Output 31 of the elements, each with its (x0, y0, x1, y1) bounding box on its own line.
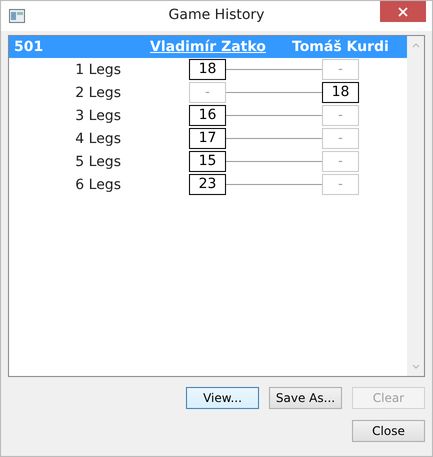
scroll-up-icon[interactable] (412, 42, 420, 48)
score-box: - (189, 82, 226, 103)
leg-label: 4 Legs (74, 130, 121, 146)
score-box: - (322, 105, 359, 126)
score-box: 15 (189, 151, 226, 172)
score-box: 17 (189, 128, 226, 149)
score-box: 16 (189, 105, 226, 126)
dialog-button[interactable]: Save As... (269, 387, 342, 409)
player-name: Vladimír Zatko (150, 39, 266, 55)
score-box: 23 (189, 174, 226, 195)
score-box: 18 (322, 82, 359, 103)
leg-label: 6 Legs (74, 176, 121, 192)
player-name: Tomáš Kurdi (292, 39, 389, 55)
close-button[interactable] (380, 1, 426, 22)
score-box: 18 (189, 59, 226, 80)
score-box: - (322, 151, 359, 172)
score-box: - (322, 174, 359, 195)
window-title: Game History (168, 7, 266, 23)
leg-label: 5 Legs (74, 154, 121, 170)
close-dialog-button[interactable]: Close (352, 420, 425, 442)
window-icon (9, 9, 25, 23)
game-type: 501 (14, 39, 44, 55)
leg-label: 2 Legs (74, 84, 121, 100)
leg-label: 1 Legs (74, 62, 121, 78)
scrollbar[interactable] (407, 36, 424, 376)
close-icon (398, 6, 408, 16)
score-box: - (322, 128, 359, 149)
leg-label: 3 Legs (74, 108, 121, 124)
dialog-button[interactable]: View... (186, 387, 259, 409)
scroll-down-icon[interactable] (412, 364, 420, 370)
score-box: - (322, 59, 359, 80)
